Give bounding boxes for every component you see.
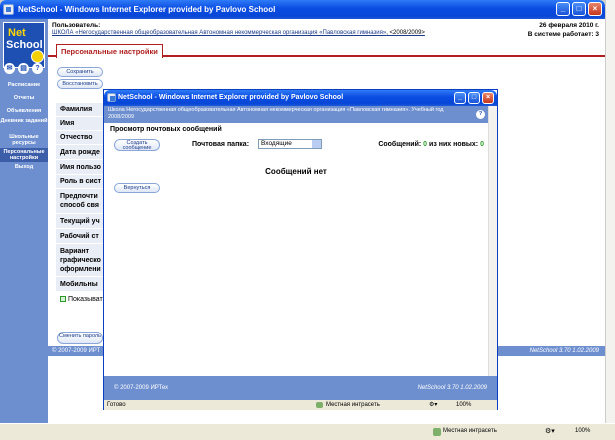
messages-counter: Сообщений: 0 из них новых: 0	[378, 141, 484, 148]
popup-title: NetSchool - Windows Internet Explorer pr…	[118, 94, 344, 101]
popup-ie-icon	[107, 93, 116, 102]
popup-zone-icon	[316, 402, 323, 408]
show-checkbox[interactable]	[60, 296, 66, 303]
school-link[interactable]: ШКОЛА «Негосударственная общеобразовател…	[52, 30, 425, 36]
popup-zoom-icon[interactable]: ⚙▾	[429, 400, 437, 410]
table-row: Роль в сист	[56, 175, 104, 189]
current-date: 26 февраля 2010 г.	[539, 22, 599, 29]
popup-scrollbar[interactable]	[488, 106, 497, 399]
sidebar: Net School ✉ ▤ ? Расписание Отчеты Объяв…	[0, 19, 48, 423]
print-icon[interactable]: ▤	[18, 63, 29, 74]
mail-icon[interactable]: ✉	[4, 63, 15, 74]
popup-title-bar[interactable]: NetSchool - Windows Internet Explorer pr…	[104, 90, 497, 106]
sidebar-item-schedule[interactable]: Расписание	[0, 82, 48, 88]
ie-icon	[3, 4, 14, 15]
main-title-bar[interactable]: NetSchool - Windows Internet Explorer pr…	[0, 0, 605, 19]
popup-school-info: Школа Негосударственная общеобразователь…	[104, 106, 497, 123]
table-row: Фамилия	[56, 103, 104, 117]
help-icon[interactable]: ?	[32, 63, 43, 74]
sidebar-item-reports[interactable]: Отчеты	[0, 95, 48, 101]
main-status-bar: Местная интрасеть ⚙▾ 100%	[0, 423, 615, 440]
sidebar-item-announcements[interactable]: Объявления	[0, 108, 48, 114]
table-row: Вариант графическо оформлени	[56, 244, 104, 277]
restore-button[interactable]: Восстановить	[57, 79, 103, 89]
popup-status-bar: Готово Местная интрасеть ⚙▾ 100%	[104, 400, 497, 410]
sidebar-item-task-diary[interactable]: Дневник заданий	[0, 118, 48, 124]
popup-footer: © 2007-2009 ИРТех NetSchool 3.70 1.02.20…	[104, 376, 497, 400]
popup-content: Просмотр почтовых сообщений Создать сооб…	[104, 123, 488, 375]
sidebar-item-personal-settings[interactable]: Персональные настройки	[0, 148, 48, 162]
table-row: Отчество	[56, 131, 104, 145]
main-window-title: NetSchool - Windows Internet Explorer pr…	[18, 5, 276, 14]
logo-disk-icon	[31, 50, 44, 63]
table-row: Имя	[56, 117, 104, 131]
maximize-button[interactable]: □	[572, 2, 586, 16]
popup-close-button[interactable]: ×	[482, 92, 494, 104]
change-password-button[interactable]: Сменить пароль	[57, 332, 103, 344]
folder-label: Почтовая папка:	[192, 141, 250, 148]
zone-icon	[433, 428, 441, 436]
no-messages-text: Сообщений нет	[265, 167, 327, 176]
message-popup-window: NetSchool - Windows Internet Explorer pr…	[103, 89, 498, 410]
table-row: Дата рожде	[56, 145, 104, 160]
table-row: Мобильны	[56, 277, 104, 292]
section-title: Просмотр почтовых сообщений	[110, 126, 222, 133]
zoom-icon[interactable]: ⚙▾	[545, 427, 555, 435]
main-scrollbar[interactable]	[605, 0, 615, 423]
netschool-logo[interactable]: Net School	[3, 22, 45, 68]
table-row: Предпочти способ свя	[56, 189, 104, 214]
table-row: Текущий уч	[56, 214, 104, 229]
user-label: Пользователь:	[52, 22, 101, 29]
show-checkbox-row: Показыват	[56, 293, 104, 307]
back-button[interactable]: Вернуться	[114, 183, 160, 193]
tab-personal-settings[interactable]: Персональные настройки	[56, 44, 163, 58]
popup-maximize-button[interactable]: □	[468, 92, 480, 104]
minimize-button[interactable]: _	[556, 2, 570, 16]
table-row: Имя пользо	[56, 160, 104, 175]
sidebar-item-school-resources[interactable]: Школьные ресурсы	[0, 134, 48, 146]
online-status: В системе работает: 3	[527, 31, 599, 38]
create-message-button[interactable]: Создать сообщение	[114, 139, 160, 151]
close-button[interactable]: ×	[588, 2, 602, 16]
table-row: Рабочий ст	[56, 229, 104, 244]
save-button[interactable]: Сохранить	[57, 67, 103, 77]
popup-minimize-button[interactable]: _	[454, 92, 466, 104]
popup-help-icon[interactable]: ?	[476, 110, 485, 119]
page-header: Пользователь: ШКОЛА «Негосударственная о…	[48, 19, 605, 47]
sidebar-item-logout[interactable]: Выход	[0, 164, 48, 170]
folder-select[interactable]: Входящие	[258, 139, 322, 149]
